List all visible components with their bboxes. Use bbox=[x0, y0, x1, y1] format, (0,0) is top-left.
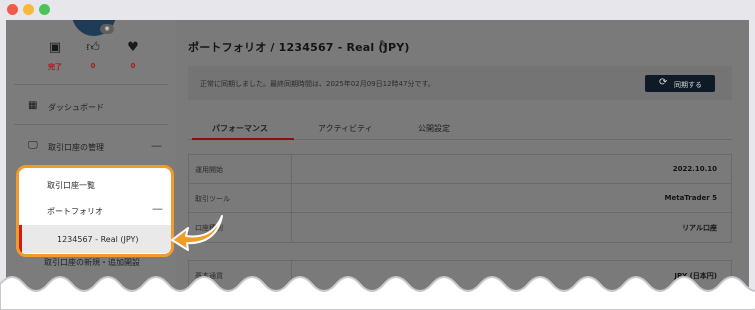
sidebar-item-account-list[interactable]: 取引口座一覧 bbox=[19, 170, 171, 198]
table-row: 運用開始 2022.10.10 bbox=[189, 155, 731, 184]
sidebar-item-portfolio-account[interactable]: 1234567 - Real (JPY) bbox=[19, 225, 171, 253]
column-divider bbox=[291, 155, 292, 184]
detail-value: MetaTrader 5 bbox=[664, 194, 717, 202]
edit-pencil-icon[interactable]: ✎ bbox=[379, 38, 388, 51]
stat-favorites[interactable]: ♥ 0 bbox=[118, 40, 148, 70]
grid-icon: ▦ bbox=[28, 100, 38, 111]
sync-button[interactable]: ⟳ 同期する bbox=[645, 75, 715, 92]
screenshot-frame: ◉ ▣ 完了 👍︎ 0 ♥ 0 ▦ ダッシュボード 🖵 取引口座の管理 — 取引… bbox=[0, 0, 755, 310]
tab-bar: パフォーマンス アクティビティ 公開設定 bbox=[188, 118, 732, 140]
detail-key: 運用開始 bbox=[195, 166, 223, 174]
table-row: 口座種別 リアル口座 bbox=[189, 213, 731, 242]
close-window-button[interactable] bbox=[7, 4, 18, 15]
pointer-arrow-icon bbox=[171, 215, 223, 251]
page-title: ポートフォリオ / 1234567 - Real (JPY) bbox=[188, 41, 410, 54]
window-titlebar bbox=[0, 0, 755, 20]
sidebar-item-portfolio[interactable]: ポートフォリオ — bbox=[19, 196, 171, 224]
tab-public-settings[interactable]: 公開設定 bbox=[418, 123, 450, 134]
detail-key: 取引ツール bbox=[195, 195, 230, 203]
camera-icon[interactable]: ◉ bbox=[100, 24, 114, 34]
sidebar-item-label: 1234567 - Real (JPY) bbox=[57, 235, 139, 244]
stat-likes[interactable]: 👍︎ 0 bbox=[78, 40, 108, 70]
sidebar-item-label: 取引口座一覧 bbox=[47, 181, 95, 190]
completed-icon: ▣ bbox=[48, 40, 62, 55]
account-details-table: 運用開始 2022.10.10 取引ツール MetaTrader 5 口座種別 … bbox=[188, 154, 732, 243]
active-tab-underline bbox=[192, 138, 294, 140]
stat-completed-value: 完了 bbox=[48, 63, 62, 71]
sidebar-item-label: 取引口座の管理 bbox=[48, 143, 104, 152]
active-indicator bbox=[19, 225, 22, 253]
torn-edge-wave bbox=[0, 276, 755, 310]
tab-performance[interactable]: パフォーマンス bbox=[212, 123, 268, 134]
heart-icon: ♥ bbox=[127, 40, 139, 55]
refresh-icon: ⟳ bbox=[659, 77, 668, 88]
sync-status-text: 正常に同期しました。最終同期時間は、2025年02月09日12時47分です。 bbox=[200, 80, 435, 88]
table-row: 取引ツール MetaTrader 5 bbox=[189, 184, 731, 213]
thumbs-up-icon: 👍︎ bbox=[86, 40, 100, 55]
minimize-window-button[interactable] bbox=[23, 4, 34, 15]
column-divider bbox=[291, 184, 292, 213]
sync-button-label: 同期する bbox=[674, 82, 702, 89]
detail-value: 2022.10.10 bbox=[672, 165, 717, 173]
stat-likes-value: 0 bbox=[90, 62, 96, 70]
sync-status-bar: 正常に同期しました。最終同期時間は、2025年02月09日12時47分です。 ⟳… bbox=[188, 66, 732, 100]
sidebar-divider bbox=[14, 124, 168, 125]
stat-favorites-value: 0 bbox=[130, 62, 136, 70]
sidebar-item-label: ダッシュボード bbox=[48, 103, 104, 112]
detail-value: リアル口座 bbox=[682, 224, 717, 232]
maximize-window-button[interactable] bbox=[39, 4, 50, 15]
column-divider bbox=[291, 213, 292, 242]
collapse-icon[interactable]: — bbox=[151, 139, 162, 152]
sidebar-item-account-management[interactable]: 🖵 取引口座の管理 — bbox=[6, 136, 176, 156]
stat-completed[interactable]: ▣ 完了 bbox=[40, 40, 70, 72]
sidebar-divider bbox=[14, 84, 168, 85]
collapse-icon[interactable]: — bbox=[152, 202, 163, 215]
sidebar-item-dashboard[interactable]: ▦ ダッシュボード bbox=[6, 96, 176, 116]
highlighted-submenu: 取引口座一覧 ポートフォリオ — 1234567 - Real (JPY) bbox=[16, 165, 174, 257]
monitor-icon: 🖵 bbox=[28, 140, 38, 151]
sidebar-item-label: ポートフォリオ bbox=[47, 207, 103, 216]
tab-activity[interactable]: アクティビティ bbox=[318, 123, 373, 134]
